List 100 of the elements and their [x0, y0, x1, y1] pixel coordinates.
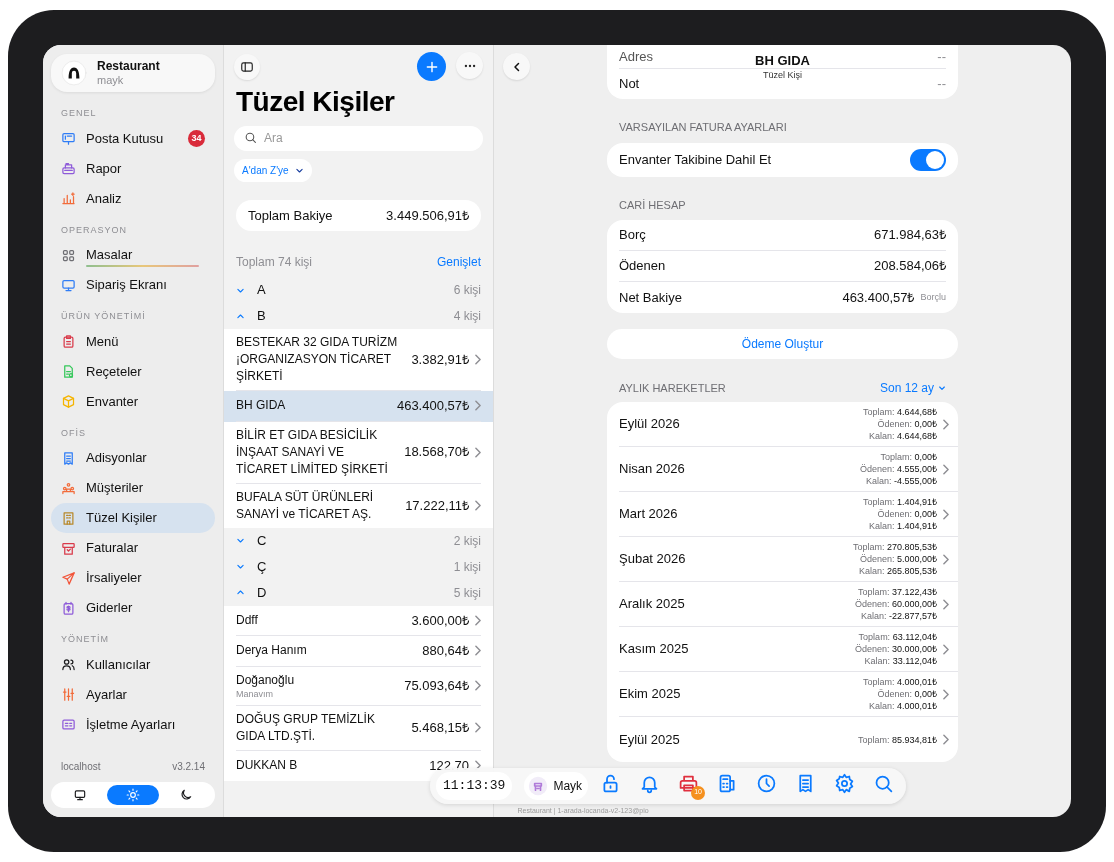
group-header[interactable]: C 2 kişi — [224, 527, 493, 554]
profile-card[interactable]: Restaurant mayk — [51, 54, 215, 92]
section-header: OFİS — [60, 426, 87, 440]
detail-title: BH GIDA — [755, 53, 810, 69]
range-dropdown[interactable]: Son 12 ay — [879, 379, 946, 397]
amount-line: Toplam: 63.112,04₺ — [858, 631, 937, 643]
info-label: Not — [619, 75, 640, 94]
amount-line: Toplam: 4.644,68₺ — [862, 406, 937, 418]
host-label: localhost — [61, 760, 101, 774]
entity-name: BH GIDA — [236, 397, 287, 415]
list-row[interactable]: Derya Hanım 880,64₺ — [224, 636, 493, 667]
sidebar-item[interactable]: Masalar — [51, 240, 215, 270]
sidebar-item[interactable]: Müşteriler — [51, 473, 215, 503]
list-row[interactable]: Doğanoğlu Manavım 75.093,64₺ — [224, 666, 493, 706]
account-label: Ödenen — [619, 257, 667, 276]
month-row[interactable]: Eylül 2026 Toplam: 4.644,68₺ Ödenen: 0,00₺ Kalan: 4.644,68₺ — [619, 402, 958, 447]
sidebar-item[interactable]: Ayarlar — [51, 679, 215, 710]
sidebar-item[interactable]: Adisyonlar — [51, 443, 215, 473]
receipt-icon — [61, 450, 76, 466]
month-row[interactable]: Mart 2026 Toplam: 1.404,91₺ Ödenen: 0,00₺ Kalan: 1.404,91₺ — [619, 492, 958, 537]
entity-subtitle: Manavım — [236, 688, 274, 700]
monitor-icon — [73, 788, 88, 802]
month-row[interactable]: Kasım 2025 Toplam: 63.112,04₺ Ödenen: 30.000,00₺ Kalan: 33.112,04₺ — [619, 627, 958, 672]
sort-dropdown[interactable]: A'dan Z'ye — [234, 159, 312, 182]
sidebar-item[interactable]: Rapor — [51, 153, 215, 184]
section-header: YÖNETİM — [60, 633, 110, 646]
month-row[interactable]: Ekim 2025 Toplam: 4.000,01₺ Ödenen: 0,00₺ Kalan: 4.000,01₺ — [619, 672, 958, 717]
sidebar-toggle-button[interactable] — [234, 53, 260, 80]
entity-balance: 5.468,15₺ — [411, 718, 469, 737]
moon-icon — [178, 788, 193, 802]
sidebar-item[interactable]: İşletme Ayarları — [51, 709, 215, 740]
chevron-right-icon — [475, 400, 481, 412]
setting-label: Envanter Takibine Dahil Et — [619, 150, 772, 169]
sidebar-item[interactable]: Envanter — [51, 386, 215, 417]
list-row[interactable]: DOĞUŞ GRUP TEMİZLİK GIDA LTD.ŞTİ. 5.468,15₺ — [224, 705, 493, 751]
chevron-right-icon — [943, 734, 949, 745]
chevron-right-icon — [475, 645, 481, 657]
section-header: ÜRÜN YÖNETİMİ — [60, 310, 147, 323]
amount-line: Kalan: 265.805,53₺ — [858, 565, 937, 577]
chevron-right-icon — [475, 446, 481, 458]
entity-name: Derya Hanım — [236, 642, 308, 660]
list-row[interactable]: Ddff 3.600,00₺ — [224, 605, 493, 636]
group-header[interactable]: D 5 kişi — [224, 579, 493, 606]
account-value: 463.400,57₺ — [842, 288, 915, 307]
group-header[interactable]: A 6 kişi — [224, 277, 493, 303]
sidebar-item[interactable]: Kullanıcılar — [51, 649, 215, 680]
month-row[interactable]: Nisan 2026 Toplam: 0,00₺ Ödenen: 4.555,00₺ Kalan: -4.555,00₺ — [619, 447, 958, 492]
sidebar-item[interactable]: Analiz — [51, 183, 215, 214]
list-row[interactable]: BH GIDA 463.400,57₺ — [224, 391, 493, 422]
entity-balance: 75.093,64₺ — [404, 676, 469, 695]
sidebar-item[interactable]: Posta Kutusu 34 — [51, 123, 215, 154]
amount-line: Ödenen: 4.555,00₺ — [859, 463, 937, 475]
sidebar-item[interactable]: Giderler — [51, 593, 215, 623]
sidebar-item[interactable]: Reçeteler — [51, 356, 215, 387]
amount-line: Kalan: -4.555,00₺ — [865, 475, 937, 487]
amount-line: Ödenen: 30.000,00₺ — [854, 643, 937, 655]
search-icon — [244, 131, 257, 144]
entity-name: BİLİR ET GIDA BESİCİLİK İNŞAAT SANAYİ VE TİCARET LİMİTED ŞİRKETİ — [236, 426, 389, 478]
group-header[interactable]: B 4 kişi — [224, 303, 493, 329]
chevron-right-icon — [943, 463, 949, 475]
sidebar-item[interactable]: Tüzel Kişiler — [51, 503, 215, 533]
expand-link[interactable]: Genişlet — [436, 253, 481, 271]
profile-name: Restaurant — [97, 59, 160, 73]
chevron-right-icon — [943, 508, 949, 520]
back-button[interactable] — [503, 53, 530, 80]
sidebar-item[interactable]: İrsaliyeler — [51, 563, 215, 593]
clock-display: 11:13:39 — [436, 772, 513, 800]
entity-balance: 3.600,00₺ — [411, 611, 469, 630]
month-row[interactable]: Eylül 2025 Toplam: 85.934,81₺ — [619, 717, 958, 762]
add-button[interactable] — [417, 52, 446, 81]
sidebar-item[interactable]: Menü — [51, 326, 215, 357]
section-header: GENEL — [60, 107, 98, 120]
create-payment-button[interactable]: Ödeme Oluştur — [607, 329, 958, 359]
entity-name: Doğanoğlu — [236, 671, 296, 689]
search-field[interactable]: Ara — [234, 125, 483, 151]
month-row[interactable]: Aralık 2025 Toplam: 37.122,43₺ Ödenen: 60.000,00₺ Kalan: -22.877,57₺ — [619, 582, 958, 627]
month-row[interactable]: Şubat 2026 Toplam: 270.805,53₺ Ödenen: 5.000,00₺ Kalan: 265.805,53₺ — [619, 537, 958, 582]
entity-balance: 17.222,11₺ — [405, 496, 469, 515]
users-icon — [61, 657, 76, 672]
list-row[interactable]: BESTEKAR 32 GIDA TURİZM ¡ORGANIZASYON TİCARET ŞİRKETİ 3.382,91₺ — [224, 329, 493, 391]
sidebar-item[interactable]: Faturalar — [51, 533, 215, 563]
info-value: -- — [937, 47, 946, 66]
list-row[interactable]: BİLİR ET GIDA BESİCİLİK İNŞAAT SANAYİ VE TİCARET LİMİTED ŞİRKETİ 18.568,70₺ — [224, 421, 493, 484]
group-header[interactable]: Ç 1 kişi — [224, 553, 493, 580]
chevron-right-icon — [475, 614, 481, 626]
sliders-icon — [61, 687, 76, 702]
toggle-switch[interactable] — [910, 148, 946, 171]
entity-balance: 18.568,70₺ — [404, 443, 469, 462]
entity-balance: 122.70 — [429, 756, 469, 775]
user-chip[interactable]: Mayk — [524, 772, 589, 800]
amount-line: Ödenen: 0,00₺ — [877, 418, 937, 430]
account-label: Borç — [619, 226, 647, 245]
chevron-down-icon — [236, 536, 245, 545]
section-header: VARSAYILAN FATURA AYARLARI — [618, 120, 788, 135]
inbox-icon — [61, 131, 76, 146]
list-row[interactable]: BUFALA SÜT ÜRÜNLERİ SANAYİ ve TİCARET AŞ. 17.222,11₺ — [224, 483, 493, 528]
chevron-right-icon — [943, 553, 949, 565]
count-badge: 34 — [188, 130, 205, 147]
total-label: Toplam Bakiye — [248, 206, 333, 225]
sidebar-item[interactable]: Sipariş Ekranı — [51, 270, 215, 300]
